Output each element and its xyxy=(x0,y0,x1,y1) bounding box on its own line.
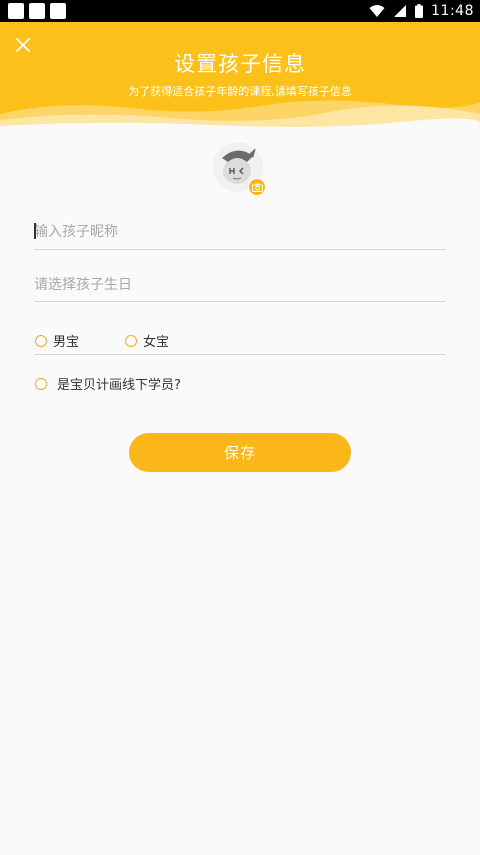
gender-option-boy[interactable]: 男宝 xyxy=(35,331,79,350)
gender-option-girl[interactable]: 女宝 xyxy=(125,331,169,350)
header-banner: 设置孩子信息 为了获得适合孩子年龄的课程,请填写孩子信息 xyxy=(0,22,480,132)
nickname-field-row xyxy=(34,210,446,250)
clock-time: 11:48 xyxy=(431,3,474,19)
status-bar: 11:48 xyxy=(0,0,480,22)
save-button[interactable]: 保存 xyxy=(129,433,351,472)
notification-icon xyxy=(50,3,66,19)
radio-button[interactable] xyxy=(35,334,47,347)
birthday-field[interactable]: 请选择孩子生日 xyxy=(34,262,446,302)
wifi-icon xyxy=(369,5,385,17)
avatar-picker[interactable] xyxy=(213,142,269,198)
text-cursor xyxy=(34,223,36,239)
gender-label-boy: 男宝 xyxy=(53,335,80,350)
birthday-placeholder: 请选择孩子生日 xyxy=(34,277,132,293)
offline-student-option[interactable]: 是宝贝计画线下学员? xyxy=(35,374,181,393)
battery-icon xyxy=(415,4,424,18)
gender-divider xyxy=(34,354,446,355)
radio-button[interactable] xyxy=(125,334,137,347)
signal-icon xyxy=(394,5,407,17)
camera-badge xyxy=(248,178,266,196)
gender-label-girl: 女宝 xyxy=(143,335,170,350)
offline-student-label: 是宝贝计画线下学员? xyxy=(57,378,181,393)
nickname-input[interactable] xyxy=(34,220,446,244)
radio-button[interactable] xyxy=(35,377,47,390)
notification-icon xyxy=(8,3,24,19)
notification-icon xyxy=(29,3,45,19)
camera-icon xyxy=(251,183,263,192)
page-title: 设置孩子信息 xyxy=(174,52,306,76)
header-wave xyxy=(0,100,480,132)
